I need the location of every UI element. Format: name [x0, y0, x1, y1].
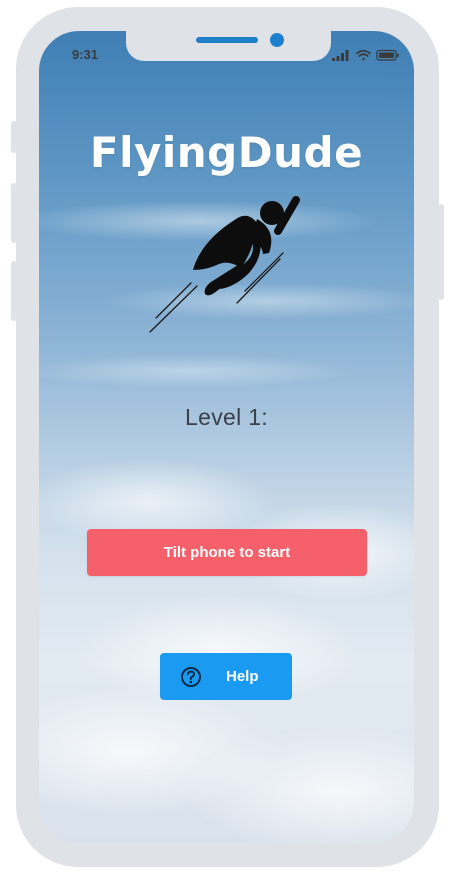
status-time: 9:31 — [72, 47, 99, 62]
tilt-to-start-button[interactable]: Tilt phone to start — [87, 529, 367, 576]
help-button[interactable]: Help — [160, 653, 292, 700]
start-button-label: Tilt phone to start — [163, 544, 291, 561]
question-circle-icon — [180, 666, 202, 688]
front-camera — [270, 33, 284, 47]
signal-icon — [332, 50, 349, 61]
side-button-volume-down — [11, 261, 17, 321]
wifi-icon — [356, 49, 371, 61]
level-label: Level 1: — [185, 404, 268, 430]
help-button-label: Help — [226, 668, 259, 685]
speaker-grille — [196, 37, 258, 43]
battery-icon — [376, 49, 399, 61]
status-icons — [332, 47, 402, 61]
side-button-power — [438, 204, 444, 300]
flying-superhero-icon — [145, 190, 305, 335]
side-button-mute — [11, 121, 17, 153]
app-title: FlyingDude — [89, 128, 364, 177]
side-button-volume-up — [11, 183, 17, 243]
device-notch — [126, 31, 331, 61]
